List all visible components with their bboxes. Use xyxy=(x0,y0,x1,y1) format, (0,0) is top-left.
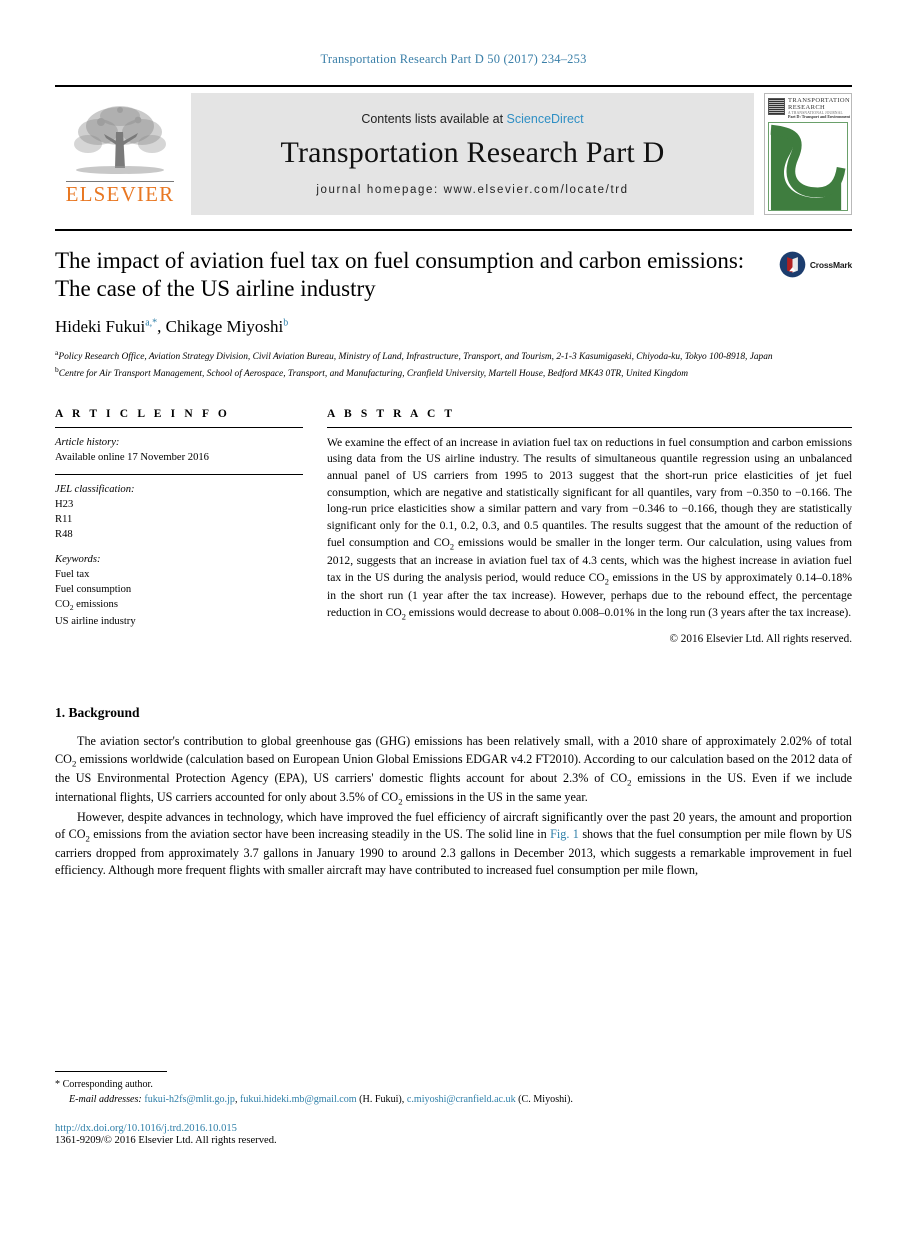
crossmark-icon xyxy=(779,251,806,278)
affiliation-b: bCentre for Air Transport Management, Sc… xyxy=(55,365,852,382)
article-info-rule-2 xyxy=(55,473,303,475)
keyword-item: Fuel tax xyxy=(55,568,90,580)
cover-titles: TRANSPORTATION RESEARCH A TRANSNATIONAL … xyxy=(788,97,851,120)
journal-band: Contents lists available at ScienceDirec… xyxy=(191,93,754,215)
corresponding-author-mark: * xyxy=(55,1078,61,1090)
title-top-rule xyxy=(55,229,852,231)
crossmark-badge[interactable]: CrossMark xyxy=(779,251,852,278)
abstract-copyright: © 2016 Elsevier Ltd. All rights reserved… xyxy=(669,633,853,646)
elsevier-wordmark: ELSEVIER xyxy=(65,181,175,207)
email-addresses-note: E-mail addresses: fukui-h2fs@mlit.go.jp,… xyxy=(55,1092,852,1107)
sciencedirect-link[interactable]: ScienceDirect xyxy=(507,112,584,126)
section-heading-background: 1. Background xyxy=(55,705,140,721)
keyword-item-co2: CO2 emissions xyxy=(55,598,118,612)
jel-code: R11 xyxy=(55,513,73,525)
figure-1-link[interactable]: Fig. 1 xyxy=(550,827,579,841)
corresponding-author-text: Corresponding author. xyxy=(62,1078,153,1090)
author-1-paren: (H. Fukui), xyxy=(356,1093,407,1105)
article-info-rule-1 xyxy=(55,426,303,428)
contents-prefix: Contents lists available at xyxy=(361,112,507,126)
affiliation-b-text: Centre for Air Transport Management, Sch… xyxy=(58,368,689,379)
email-link-fukui-mlit[interactable]: fukui-h2fs@mlit.go.jp xyxy=(144,1094,235,1105)
running-head: Transportation Research Part D 50 (2017)… xyxy=(320,52,587,66)
winding-river-icon xyxy=(770,124,846,210)
elsevier-tree-icon xyxy=(74,106,166,175)
page-footer: * Corresponding author. E-mail addresses… xyxy=(55,1070,852,1146)
journal-homepage: journal homepage: www.elsevier.com/locat… xyxy=(316,184,629,196)
title-row: The impact of aviation fuel tax on fuel … xyxy=(55,247,852,303)
abstract-text: We examine the effect of an increase in … xyxy=(327,435,853,622)
jel-code: H23 xyxy=(55,498,74,510)
corresponding-author-note: * Corresponding author. xyxy=(55,1077,852,1092)
abstract-rule xyxy=(327,426,852,428)
crossmark-label: CrossMark xyxy=(809,259,852,270)
jel-block: JEL classification: H23 R11 R48 xyxy=(55,482,303,542)
article-history-label: Article history: xyxy=(55,436,120,448)
affiliation-a: aPolicy Research Office, Aviation Strate… xyxy=(55,348,852,365)
doi-link[interactable]: http://dx.doi.org/10.1016/j.trd.2016.10.… xyxy=(55,1123,237,1134)
author-1-marks[interactable]: a,* xyxy=(145,317,157,328)
footnote-rule xyxy=(55,1070,167,1072)
cover-badge-icon xyxy=(768,98,785,115)
elsevier-logo: ELSEVIER xyxy=(55,93,191,215)
abstract-heading: A B S T R A C T xyxy=(327,407,456,420)
article-info-column: A R T I C L E I N F O Article history: A… xyxy=(55,408,303,646)
article-history-value: Available online 17 November 2016 xyxy=(55,451,209,463)
email-link-miyoshi[interactable]: c.miyoshi@cranfield.ac.uk xyxy=(407,1094,516,1105)
author-2: Chikage Miyoshi xyxy=(165,317,284,337)
affiliations: aPolicy Research Office, Aviation Strate… xyxy=(55,348,852,382)
jel-code: R48 xyxy=(55,528,73,540)
keyword-item: US airline industry xyxy=(55,615,136,627)
keyword-item: Fuel consumption xyxy=(55,583,132,595)
email-label: E-mail addresses: xyxy=(69,1093,142,1105)
affiliation-a-text: Policy Research Office, Aviation Strateg… xyxy=(58,352,773,363)
doi-line[interactable]: http://dx.doi.org/10.1016/j.trd.2016.10.… xyxy=(55,1123,852,1134)
abstract-column: A B S T R A C T We examine the effect of… xyxy=(327,407,853,646)
info-abstract-region: A R T I C L E I N F O Article history: A… xyxy=(55,407,853,646)
cover-header: TRANSPORTATION RESEARCH A TRANSNATIONAL … xyxy=(768,97,851,120)
author-list: Hideki Fukuia,*, Chikage Miyoshib xyxy=(55,317,289,337)
jel-label: JEL classification: xyxy=(55,483,135,495)
author-2-paren: (C. Miyoshi). xyxy=(515,1093,573,1105)
author-2-marks[interactable]: b xyxy=(283,317,288,328)
author-1: Hideki Fukui xyxy=(55,317,146,337)
journal-article-page: Transportation Research Part D 50 (2017)… xyxy=(0,0,907,1238)
keywords-block: Keywords: Fuel tax Fuel consumption CO2 … xyxy=(55,552,303,629)
article-info-heading: A R T I C L E I N F O xyxy=(55,407,230,420)
article-history-block: Article history: Available online 17 Nov… xyxy=(55,435,303,465)
cover-artwork xyxy=(768,121,848,211)
journal-title: Transportation Research Part D xyxy=(280,136,665,169)
body-paragraph-2: However, despite advances in technology,… xyxy=(55,809,852,880)
issn-copyright-line: 1361-9209/© 2016 Elsevier Ltd. All right… xyxy=(55,1135,277,1146)
journal-masthead: ELSEVIER Contents lists available at Sci… xyxy=(55,85,852,215)
article-title: The impact of aviation fuel tax on fuel … xyxy=(55,248,745,302)
contents-line: Contents lists available at ScienceDirec… xyxy=(361,112,583,126)
journal-cover-thumbnail[interactable]: TRANSPORTATION RESEARCH A TRANSNATIONAL … xyxy=(764,93,852,215)
keywords-label: Keywords: xyxy=(55,553,101,565)
email-link-fukui-gmail[interactable]: fukui.hideki.mb@gmail.com xyxy=(240,1094,357,1105)
body-paragraph-1: The aviation sector's contribution to gl… xyxy=(55,734,852,806)
cover-title-line4: Part D: Transport and Environment xyxy=(788,114,851,120)
